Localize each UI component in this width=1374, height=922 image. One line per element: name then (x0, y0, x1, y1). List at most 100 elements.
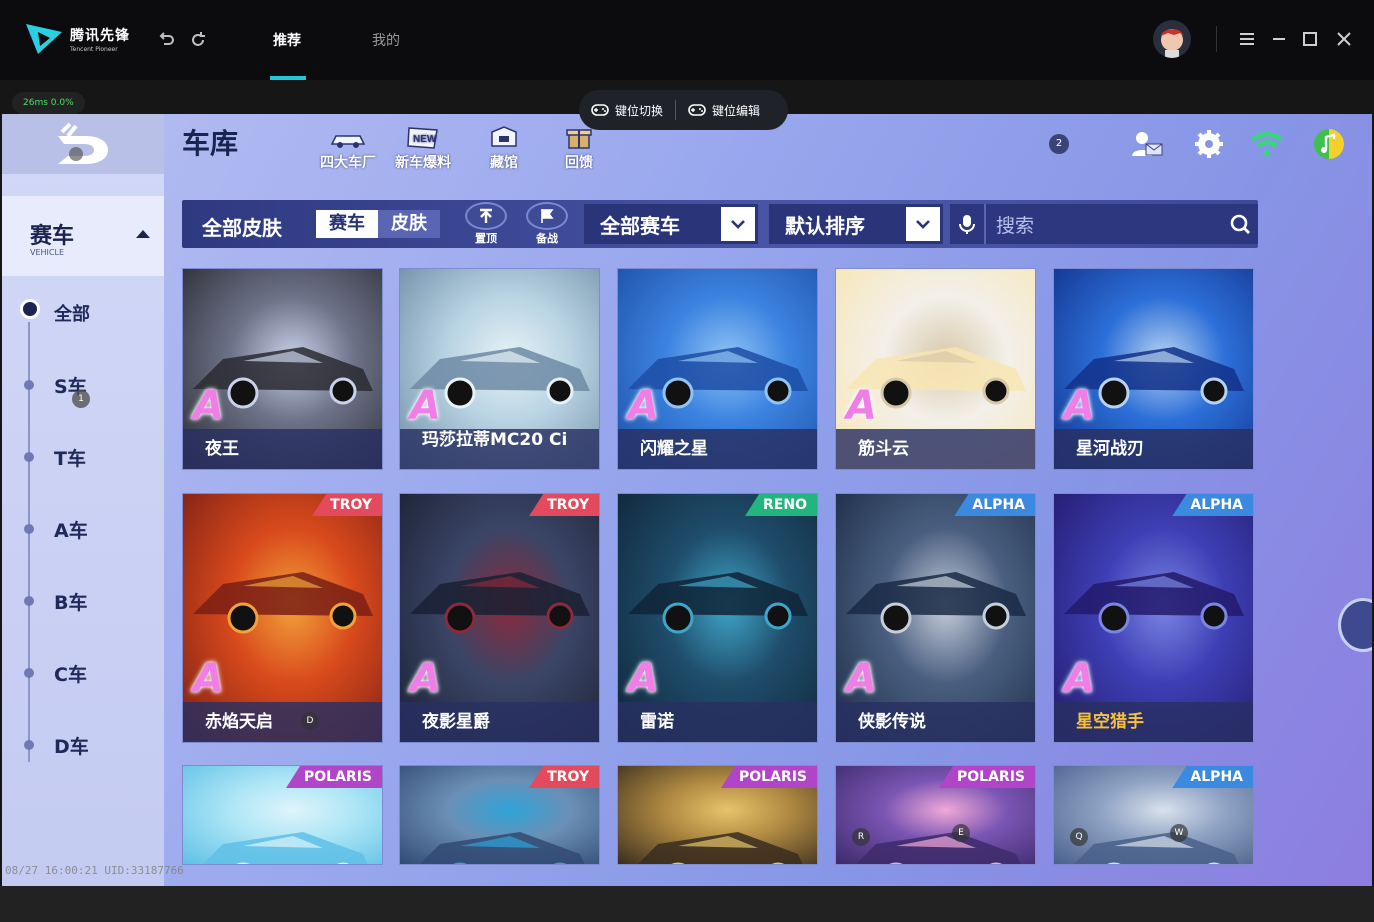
menu-car-factory[interactable]: 四大车厂 (320, 124, 376, 172)
menu-museum[interactable]: 藏馆 (484, 124, 524, 172)
filter-t[interactable]: T车 (54, 444, 86, 471)
car-name: 夜王 (183, 429, 382, 469)
avatar[interactable] (1153, 20, 1191, 58)
tab-recommend[interactable]: 推荐 (273, 30, 301, 50)
maximize-icon[interactable] (1301, 30, 1319, 48)
car-brand-tag: ALPHA (1172, 766, 1253, 788)
dot (24, 596, 34, 606)
car-card[interactable]: ALPHA Q W (1053, 765, 1254, 865)
car-card[interactable]: A 星河战刃 (1053, 268, 1254, 470)
flag-icon (541, 209, 554, 223)
filter-b[interactable]: B车 (54, 588, 87, 615)
friends-mail-icon[interactable] (1130, 128, 1164, 160)
car-name: 闪耀之星 (618, 429, 817, 469)
dot (24, 452, 34, 462)
car-card[interactable]: RENO A 雷诺 (617, 493, 818, 743)
new-badge-icon: NEW (407, 127, 438, 149)
car-name: 侠影传说 (836, 702, 1035, 742)
search-icon[interactable] (1222, 204, 1258, 244)
game-stream-area: 26ms 0.0% 键位切换 键位编辑 赛车 VEHICLE 全部 S车 1 T… (0, 80, 1374, 886)
divider (1216, 26, 1217, 52)
selected-dot-icon (20, 299, 40, 319)
seg-skin[interactable]: 皮肤 (378, 210, 440, 238)
filter-a[interactable]: A车 (54, 516, 88, 543)
car-card[interactable]: POLARIS R E (835, 765, 1036, 865)
keymap-switch-button[interactable]: 键位切换 (579, 90, 675, 130)
music-icon[interactable] (1312, 128, 1346, 160)
car-silhouette-icon (628, 572, 808, 634)
car-brand-tag: POLARIS (286, 766, 382, 788)
keymap-switch-label: 键位切换 (615, 103, 664, 118)
menu-gift[interactable]: 回馈 (559, 124, 599, 172)
collapse-icon[interactable] (136, 230, 150, 238)
pin-top-button[interactable]: 置顶 (465, 202, 507, 246)
car-card[interactable]: POLARIS (617, 765, 818, 865)
car-filter-dropdown[interactable]: 全部赛车 (584, 204, 758, 244)
menu-label: 新车爆料 (395, 155, 451, 171)
rank-label: A (846, 383, 877, 429)
keymap-edit-label: 键位编辑 (712, 103, 761, 118)
notification-count: 2 (1049, 134, 1069, 154)
gamepad-icon (591, 104, 609, 116)
car-card[interactable]: TROY A 夜影星爵 (399, 493, 600, 743)
dot (24, 668, 34, 678)
car-brand-tag: POLARIS (939, 766, 1035, 788)
dot (24, 380, 34, 390)
car-name: 星河战刃 (1054, 429, 1253, 469)
car-card[interactable]: ALPHA A 星空猎手 (1053, 493, 1254, 743)
rank-label: A (193, 383, 224, 429)
menu-icon[interactable] (1238, 30, 1256, 48)
dot (24, 524, 34, 534)
car-card[interactable]: ALPHA A 侠影传说 (835, 493, 1036, 743)
car-silhouette-icon (193, 572, 373, 634)
voice-search-icon[interactable] (950, 204, 986, 244)
car-brand-tag: POLARIS (721, 766, 817, 788)
car-card[interactable]: TROY A 赤焰天启 D (182, 493, 383, 743)
search-input[interactable]: 搜索 (986, 211, 1222, 238)
tab-mine[interactable]: 我的 (372, 30, 400, 50)
car-silhouette-icon (410, 572, 590, 634)
seg-car[interactable]: 赛车 (316, 210, 378, 238)
side-drawer-handle[interactable] (1338, 598, 1372, 652)
prepare-button[interactable]: 备战 (526, 202, 568, 246)
car-card[interactable]: A 闪耀之星 (617, 268, 818, 470)
all-skins-label: 全部皮肤 (202, 216, 282, 240)
garage-sidebar: 赛车 VEHICLE 全部 S车 1 T车 A车 B车 C车 D车 (2, 114, 164, 886)
key-badge: Q (1070, 828, 1088, 846)
car-name: 夜影星爵 (400, 702, 599, 742)
close-icon[interactable] (1335, 30, 1353, 48)
car-silhouette-icon (1064, 572, 1244, 634)
car-name: 筋斗云 (836, 429, 1035, 469)
car-card[interactable]: A 夜王 (182, 268, 383, 470)
filter-d[interactable]: D车 (54, 732, 89, 759)
car-silhouette-icon (203, 832, 368, 864)
rank-label: A (1064, 383, 1095, 429)
car-name: 星空猎手 (1054, 702, 1253, 742)
car-card[interactable]: POLARIS (182, 765, 383, 865)
car-card[interactable]: A 筋斗云 (835, 268, 1036, 470)
gear-icon[interactable] (1192, 128, 1226, 160)
keymap-edit-button[interactable]: 键位编辑 (676, 90, 772, 130)
filter-all[interactable]: 全部 (54, 300, 90, 326)
refresh-icon[interactable] (188, 30, 208, 50)
car-name: 雷诺 (618, 702, 817, 742)
garage-screen: 赛车 VEHICLE 全部 S车 1 T车 A车 B车 C车 D车 车库 四大车… (2, 114, 1372, 886)
filter-c[interactable]: C车 (54, 660, 87, 687)
minimize-icon[interactable] (1270, 30, 1288, 48)
wifi-icon (1251, 132, 1283, 156)
category-label: 赛车 (30, 224, 75, 249)
car-card[interactable]: TROY (399, 765, 600, 865)
sort-dropdown[interactable]: 默认排序 (769, 204, 943, 244)
search-box: 搜索 (950, 204, 1258, 244)
category-vehicle[interactable]: 赛车 VEHICLE (2, 196, 164, 276)
car-card[interactable]: A 玛莎拉蒂MC20 Ci (399, 268, 600, 470)
timestamp-watermark: 08/27 16:00:21 UID:33187766 (5, 864, 184, 877)
key-badge: E (952, 824, 970, 842)
app-name-en: Tencent Pioneer (70, 46, 118, 53)
rank-label: A (628, 656, 659, 702)
car-factory-icon (330, 135, 366, 148)
rank-label: A (410, 383, 441, 429)
menu-new-car[interactable]: NEW 新车爆料 (395, 124, 451, 172)
car-brand-tag: ALPHA (954, 494, 1035, 516)
back-icon[interactable] (156, 30, 176, 50)
